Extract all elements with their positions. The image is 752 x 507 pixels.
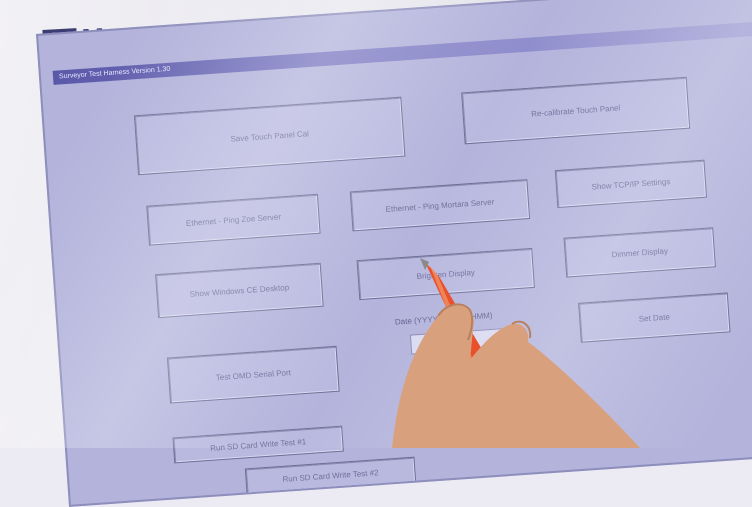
run-sd-card-write-test-2-button[interactable]: Run SD Card Write Test #2 [244, 456, 417, 495]
hand-with-pen [392, 258, 640, 448]
